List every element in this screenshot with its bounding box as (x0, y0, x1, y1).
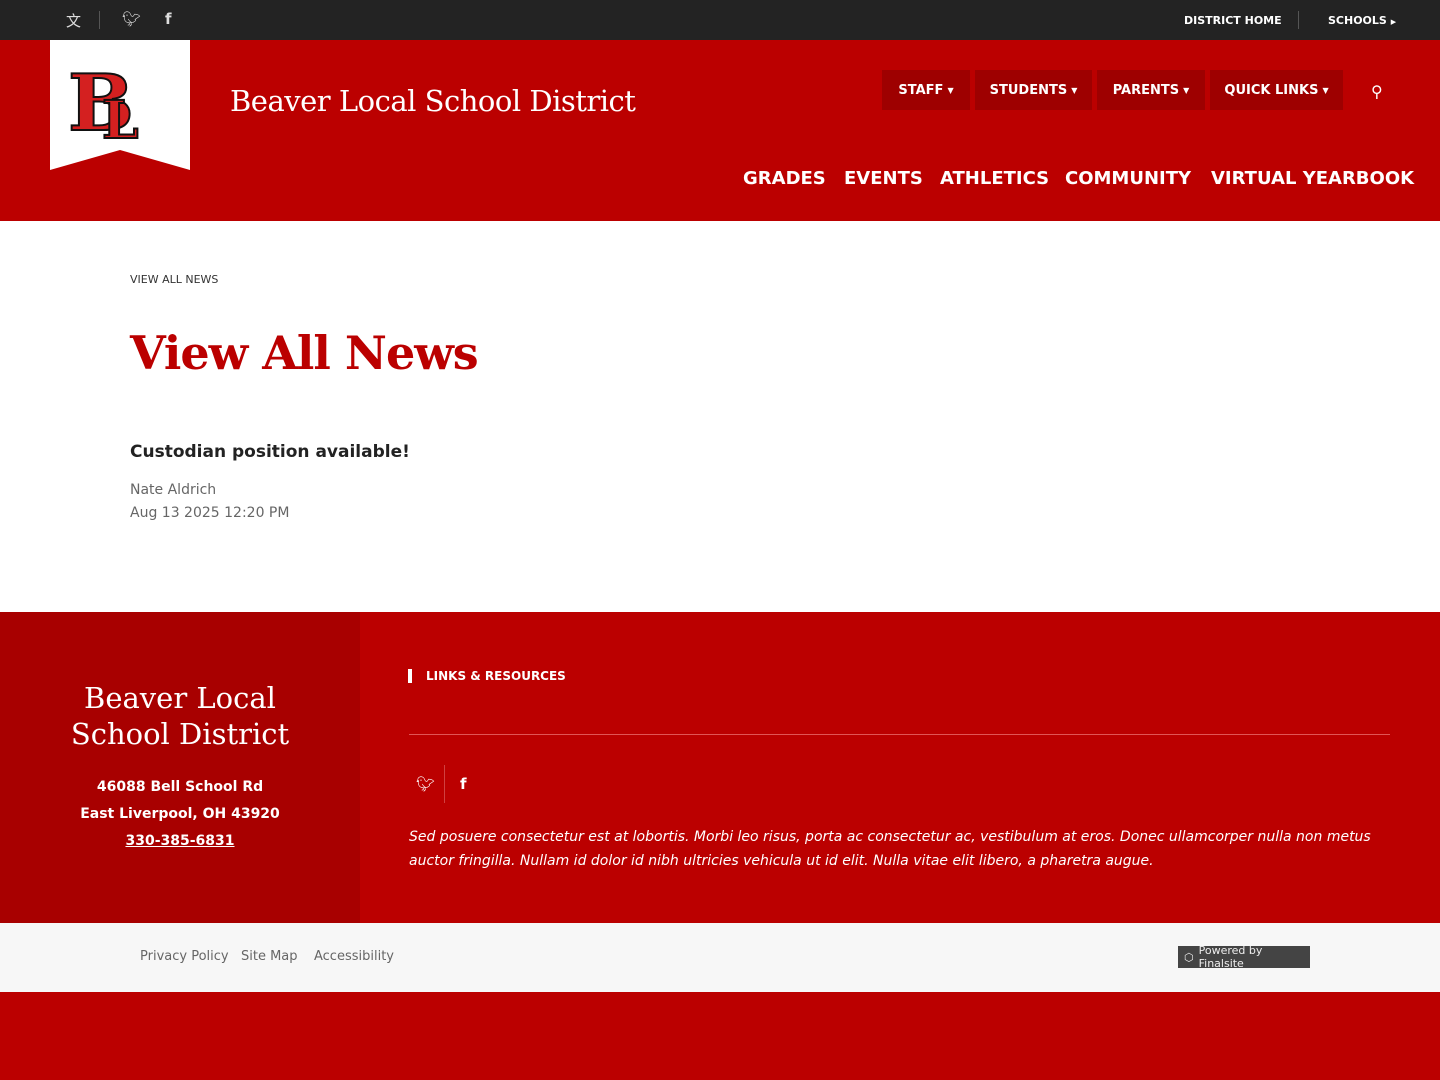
caret-right-icon: ▶ (1390, 18, 1397, 26)
search-icon[interactable]: ⚲ (1371, 82, 1383, 101)
footer-links: LINKS & RESOURCES 🐦︎ f Sed posuere conse… (360, 612, 1440, 923)
district-logo[interactable]: B L (50, 40, 190, 170)
phone-link[interactable]: 330-385-6831 (125, 833, 234, 849)
breadcrumb[interactable]: VIEW ALL NEWS (130, 273, 218, 286)
nav-events[interactable]: EVENTS (844, 168, 923, 189)
caret-down-icon: ▼ (947, 85, 954, 95)
nav-athletics[interactable]: ATHLETICS (940, 168, 1049, 189)
caret-down-icon: ▼ (1071, 85, 1078, 95)
nav-students[interactable]: STUDENTS ▼ (975, 70, 1092, 110)
nav-quick-links[interactable]: QUICK LINKS ▼ (1210, 70, 1343, 110)
utility-bar: 文 🐦︎ f DISTRICT HOME SCHOOLS ▶ (0, 0, 1440, 40)
news-author: Nate Aldrich (130, 482, 217, 498)
divider (1298, 11, 1299, 29)
address-line-2: East Liverpool, OH 43920 (80, 806, 280, 822)
nav-label: QUICK LINKS (1224, 82, 1319, 98)
address-line-1: 46088 Bell School Rd (96, 779, 264, 795)
caret-down-icon: ▼ (1322, 85, 1329, 95)
news-title[interactable]: Custodian position available! (130, 442, 410, 462)
twitter-icon[interactable]: 🐦︎ (122, 10, 141, 28)
footer-district-name: Beaver Local School District (70, 681, 290, 751)
nav-grades[interactable]: GRADES (743, 168, 826, 189)
bottom-bar: Privacy Policy Site Map Accessibility ⬡ P… (0, 923, 1440, 992)
translate-icon[interactable]: 文 (66, 10, 81, 31)
nav-label: PARENTS (1112, 82, 1180, 98)
powered-label: Powered by Finalsite (1198, 944, 1263, 970)
links-heading: LINKS & RESOURCES (408, 669, 566, 683)
divider (409, 734, 1390, 735)
site-map-link[interactable]: Site Map (241, 949, 298, 964)
news-date: Aug 13 2025 12:20 PM (130, 505, 290, 521)
nav-parents[interactable]: PARENTS ▼ (1097, 70, 1205, 110)
svg-text:L: L (102, 90, 139, 151)
privacy-policy-link[interactable]: Privacy Policy (140, 949, 229, 964)
divider (444, 765, 445, 803)
footer-blurb: Sed posuere consectetur est at lobortis.… (409, 829, 1371, 869)
schools-label: SCHOOLS (1328, 14, 1387, 27)
caret-down-icon: ▼ (1183, 85, 1190, 95)
nav-community[interactable]: COMMUNITY (1065, 168, 1191, 189)
page-title: View All News (130, 326, 479, 380)
footer-contact: Beaver Local School District 46088 Bell … (0, 612, 360, 923)
finalsite-icon: ⬡ (1184, 950, 1194, 964)
site-title[interactable]: Beaver Local School District (230, 84, 636, 118)
site-header: B L Beaver Local School District STAFF ▼ … (0, 40, 1440, 221)
accessibility-link[interactable]: Accessibility (314, 949, 394, 964)
twitter-icon[interactable]: 🐦︎ (416, 775, 435, 793)
powered-by-finalsite[interactable]: ⬡ Powered by Finalsite (1178, 944, 1310, 970)
facebook-icon[interactable]: f (165, 10, 172, 28)
main-content: VIEW ALL NEWS View All News Custodian po… (0, 221, 1440, 612)
district-home-link[interactable]: DISTRICT HOME (1184, 14, 1282, 27)
schools-menu[interactable]: SCHOOLS ▶ (1328, 14, 1396, 27)
nav-virtual-yearbook[interactable]: VIRTUAL YEARBOOK (1211, 168, 1414, 189)
divider (99, 11, 100, 29)
nav-label: STUDENTS (989, 82, 1068, 98)
facebook-icon[interactable]: f (460, 775, 467, 793)
nav-staff[interactable]: STAFF ▼ (882, 70, 970, 110)
nav-label: STAFF (898, 82, 944, 98)
